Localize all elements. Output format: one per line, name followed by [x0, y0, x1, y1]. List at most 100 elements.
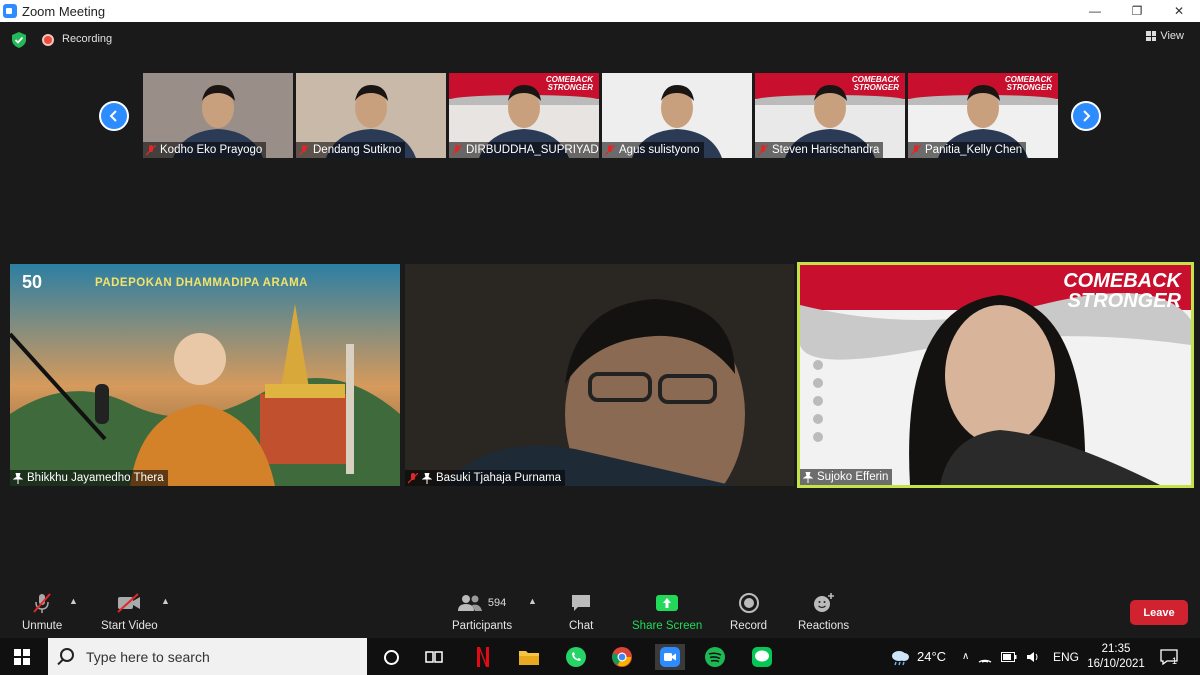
window-controls: — ❐ ✕ [1074, 0, 1200, 22]
participant-thumbnail[interactable]: COMEBACK STRONGER Steven Harischandra [755, 73, 905, 158]
next-page-button[interactable] [1071, 101, 1101, 131]
weather-cloud-icon [892, 650, 909, 665]
netflix-icon[interactable] [470, 644, 496, 670]
windows-start-icon[interactable] [14, 649, 30, 665]
wifi-icon[interactable] [978, 651, 992, 663]
video-tile-left[interactable]: 50 PADEPOKAN DHAMMADIPA ARAMA Bhikkhu Ja… [10, 264, 400, 486]
record-icon [738, 593, 759, 613]
task-view-icon[interactable] [421, 644, 447, 670]
microphone-muted-icon [911, 144, 921, 155]
reactions-icon [813, 593, 834, 612]
microphone-muted-icon [605, 144, 615, 155]
chevron-up-icon[interactable]: ∧ [962, 651, 969, 662]
participant-name-tag: Steven Harischandra [755, 142, 884, 158]
participant-name-tag: Kodho Eko Prayogo [143, 142, 267, 158]
chrome-icon[interactable] [609, 644, 635, 670]
window-title: Zoom Meeting [22, 3, 106, 19]
participant-name: Basuki Tjahaja Purnama [436, 472, 562, 484]
start-video-label: Start Video [101, 620, 158, 632]
participant-thumbnail[interactable]: COMEBACK STRONGER Panitia_Kelly Chen [908, 73, 1058, 158]
view-button[interactable]: View [1146, 30, 1184, 42]
participant-name: Panitia_Kelly Chen [925, 144, 1023, 156]
line-app-icon[interactable] [749, 644, 775, 670]
participants-icon [457, 595, 482, 611]
audio-options-caret[interactable]: ▲ [69, 596, 78, 606]
participants-options-caret[interactable]: ▲ [528, 596, 537, 606]
participant-thumbnail[interactable]: Kodho Eko Prayogo [143, 73, 293, 158]
participant-name-tag: DIRBUDDHA_SUPRIYADI [449, 142, 599, 158]
video-tile-center[interactable]: Basuki Tjahaja Purnama [405, 264, 794, 486]
video-tile-active-speaker[interactable]: COMEBACK STRONGER Sujoko Efferin [797, 262, 1194, 488]
spotify-icon[interactable] [702, 644, 728, 670]
reactions-button[interactable]: Reactions [798, 592, 849, 632]
pin-icon [422, 472, 432, 484]
system-tray: ∧ [962, 638, 1040, 675]
weather-widget[interactable]: 24°C [889, 638, 946, 675]
view-label: View [1160, 30, 1184, 42]
participant-name-tag: Panitia_Kelly Chen [908, 142, 1027, 158]
close-button[interactable]: ✕ [1158, 0, 1200, 22]
participant-name: DIRBUDDHA_SUPRIYADI [466, 144, 599, 156]
taskbar-search-box[interactable]: Type here to search [48, 638, 367, 675]
previous-page-button[interactable] [99, 101, 129, 131]
reactions-label: Reactions [798, 620, 850, 632]
participant-name-tag: Agus sulistyono [602, 142, 704, 158]
record-button[interactable]: Record [730, 592, 767, 632]
chat-button[interactable]: Chat [569, 592, 593, 632]
microphone-muted-icon [146, 144, 156, 155]
participant-thumbnail[interactable]: Agus sulistyono [602, 73, 752, 158]
leave-button[interactable]: Leave [1130, 600, 1188, 625]
background-caption: PADEPOKAN DHAMMADIPA ARAMA [95, 277, 308, 289]
microphone-muted-icon [299, 144, 309, 155]
participant-name: Steven Harischandra [772, 144, 880, 156]
pin-icon [803, 471, 813, 483]
notification-count: 1 [1172, 655, 1178, 666]
shield-icon[interactable] [12, 32, 26, 48]
search-placeholder: Type here to search [86, 648, 210, 665]
chat-label: Chat [569, 620, 594, 632]
start-video-button[interactable]: Start Video [101, 592, 158, 632]
share-screen-icon [656, 595, 679, 611]
grid-view-icon [1146, 31, 1157, 41]
participant-name-tag: Basuki Tjahaja Purnama [405, 470, 566, 486]
whatsapp-icon[interactable] [563, 644, 589, 670]
anniversary-badge: 50 [22, 272, 43, 292]
cortana-icon[interactable] [378, 644, 404, 670]
background-banner-text: COMEBACK STRONGER [1063, 270, 1181, 312]
minimize-button[interactable]: — [1074, 0, 1116, 22]
temperature-label: 24°C [917, 649, 947, 664]
participants-label: Participants [452, 620, 513, 632]
maximize-button[interactable]: ❐ [1116, 0, 1158, 22]
unmute-button[interactable]: Unmute [22, 592, 62, 632]
file-explorer-icon[interactable] [516, 644, 542, 670]
zoom-app-icon [3, 4, 17, 18]
chat-icon [572, 595, 591, 611]
participants-count: 594 [487, 597, 507, 609]
microphone-muted-icon [408, 472, 418, 483]
share-screen-label: Share Screen [632, 620, 703, 632]
participant-thumbnail[interactable]: Dendang Sutikno [296, 73, 446, 158]
participant-name: Agus sulistyono [619, 144, 700, 156]
share-screen-button[interactable]: Share Screen [632, 592, 702, 632]
language-indicator[interactable]: ENG [1053, 638, 1079, 675]
meeting-topbar: Recording View [0, 22, 1200, 58]
zoom-taskbar-icon[interactable] [655, 644, 685, 670]
participant-video [405, 264, 794, 486]
recording-label: Recording [62, 33, 113, 45]
participant-thumbnail[interactable]: COMEBACK STRONGER DIRBUDDHA_SUPRIYADI [449, 73, 599, 158]
speaker-icon[interactable] [1026, 651, 1040, 663]
clock[interactable]: 21:35 16/10/2021 [1087, 638, 1145, 675]
clock-date: 16/10/2021 [1087, 657, 1145, 670]
participant-name: Kodho Eko Prayogo [160, 144, 263, 156]
battery-icon[interactable] [1001, 651, 1017, 662]
video-options-caret[interactable]: ▲ [161, 596, 170, 606]
participant-name-tag: Bhikkhu Jayamedho Thera [10, 470, 168, 486]
meeting-toolbar: Unmute ▲ Start Video ▲ 594 Participants … [0, 586, 1200, 638]
window-titlebar: Zoom Meeting — ❐ ✕ [0, 0, 1200, 22]
participant-name: Dendang Sutikno [313, 144, 402, 156]
record-label: Record [730, 620, 768, 632]
participants-button[interactable]: 594 Participants [452, 592, 512, 632]
notifications-button[interactable]: 1 [1160, 638, 1178, 675]
microphone-muted-icon [33, 593, 51, 613]
chevron-right-icon [1083, 110, 1091, 122]
